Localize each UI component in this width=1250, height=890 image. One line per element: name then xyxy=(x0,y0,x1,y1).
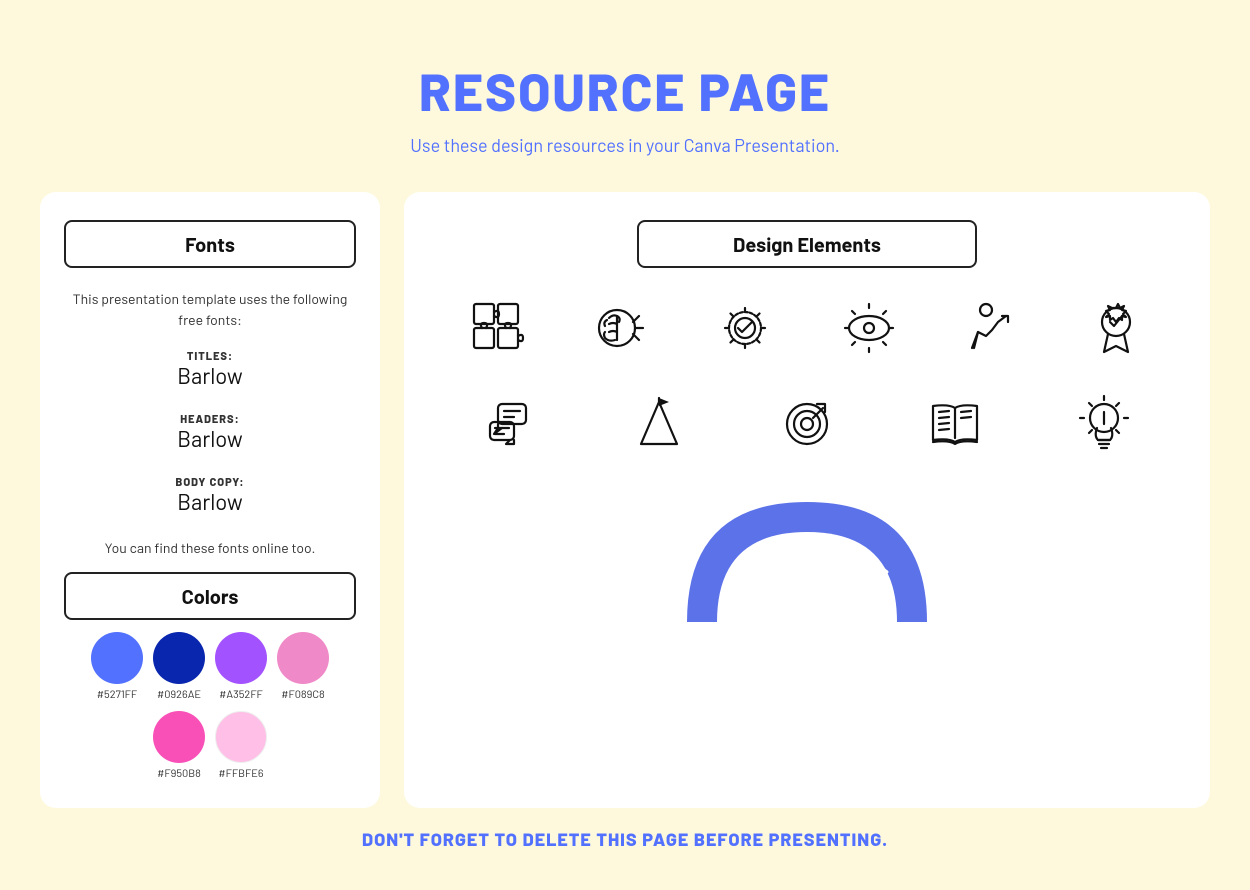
colors-header: Colors xyxy=(64,572,356,620)
person-growth-icon xyxy=(952,288,1032,368)
titles-font: Barlow xyxy=(64,363,356,389)
left-panel: Fonts This presentation template uses th… xyxy=(40,192,380,808)
eye-vision-icon xyxy=(829,288,909,368)
fonts-description-text: This presentation template uses the foll… xyxy=(73,290,348,328)
color-circle-2 xyxy=(153,632,205,684)
design-elements-header: Design Elements xyxy=(637,220,977,268)
font-entry-body: BODY COPY: Barlow xyxy=(64,476,356,515)
color-hex-2: #0926AE xyxy=(157,688,201,701)
body-font: Barlow xyxy=(64,489,356,515)
color-swatch-1: #5271FF xyxy=(91,632,143,701)
color-hex-4: #F089C8 xyxy=(281,688,325,701)
open-book-icon xyxy=(915,384,995,464)
main-content: Fonts This presentation template uses th… xyxy=(40,192,1210,808)
font-entry-titles: TITLES: Barlow xyxy=(64,350,356,389)
color-hex-5: #F950B8 xyxy=(157,767,201,780)
icons-row-1 xyxy=(436,288,1178,368)
headers-font: Barlow xyxy=(64,426,356,452)
lightbulb-icon xyxy=(1064,384,1144,464)
right-panel: Design Elements xyxy=(404,192,1210,808)
font-entry-headers: HEADERS: Barlow xyxy=(64,413,356,452)
color-swatch-4: #F089C8 xyxy=(277,632,329,701)
arch-container xyxy=(436,492,1178,622)
color-circle-6 xyxy=(215,711,267,763)
mountain-flag-icon xyxy=(619,384,699,464)
icons-row-2 xyxy=(436,384,1178,464)
color-swatch-3: #A352FF xyxy=(215,632,267,701)
ai-brain-icon xyxy=(581,288,661,368)
body-label: BODY COPY: xyxy=(64,476,356,489)
arch-svg xyxy=(677,492,937,622)
fonts-description: This presentation template uses the foll… xyxy=(64,288,356,330)
color-circle-5 xyxy=(153,711,205,763)
award-badge-icon xyxy=(1076,288,1156,368)
titles-label: TITLES: xyxy=(64,350,356,363)
page-title: RESOURCE PAGE xyxy=(419,60,831,122)
colors-section: Colors #5271FF #0926AE #A352FF #F089C8 xyxy=(64,572,356,780)
puzzle-icon xyxy=(458,288,538,368)
target-icon xyxy=(767,384,847,464)
color-swatches: #5271FF #0926AE #A352FF #F089C8 #F950B8 xyxy=(64,632,356,780)
color-swatch-6: #FFBFE6 xyxy=(215,711,267,780)
icons-grid xyxy=(436,288,1178,464)
headers-label: HEADERS: xyxy=(64,413,356,426)
color-circle-1 xyxy=(91,632,143,684)
color-circle-4 xyxy=(277,632,329,684)
color-circle-3 xyxy=(215,632,267,684)
gear-check-icon xyxy=(705,288,785,368)
color-swatch-2: #0926AE xyxy=(153,632,205,701)
fonts-note: You can find these fonts online too. xyxy=(64,539,356,556)
chat-icon xyxy=(470,384,550,464)
footer-text: DON'T FORGET TO DELETE THIS PAGE BEFORE … xyxy=(362,828,888,850)
color-hex-1: #5271FF xyxy=(97,688,137,701)
color-hex-3: #A352FF xyxy=(219,688,263,701)
page-subtitle: Use these design resources in your Canva… xyxy=(410,134,839,156)
color-hex-6: #FFBFE6 xyxy=(218,767,263,780)
fonts-header: Fonts xyxy=(64,220,356,268)
color-swatch-5: #F950B8 xyxy=(153,711,205,780)
